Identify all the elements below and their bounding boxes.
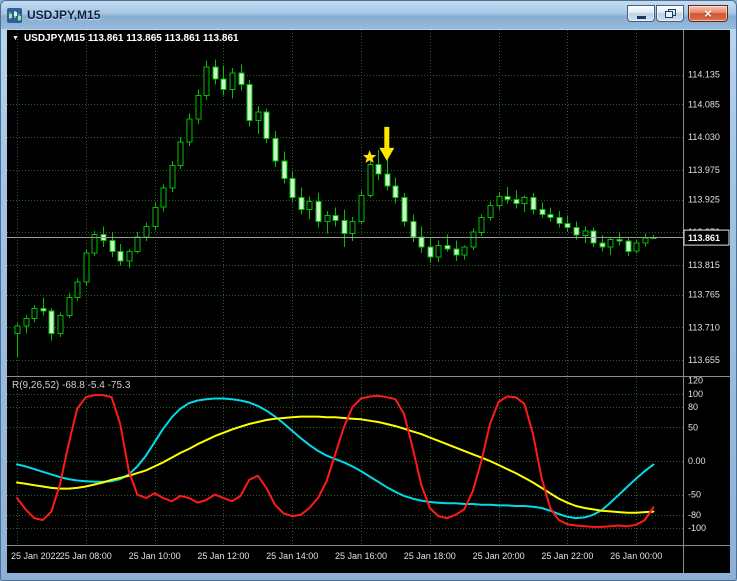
candle-body bbox=[633, 242, 640, 252]
candle-body bbox=[573, 227, 580, 236]
mt4-chart-window: USDJPY,M15 × 114.135114.085114.030113.97… bbox=[0, 0, 737, 581]
collapse-icon[interactable]: ▼ bbox=[12, 35, 19, 42]
titlebar[interactable]: USDJPY,M15 × bbox=[1, 1, 736, 29]
chart-canvas[interactable]: 114.135114.085114.030113.975113.925113.8… bbox=[7, 30, 730, 573]
arrow-down-object[interactable] bbox=[379, 126, 395, 161]
candle-body bbox=[255, 111, 262, 121]
star-object[interactable] bbox=[362, 150, 377, 163]
candle-body bbox=[332, 215, 339, 221]
candle-body bbox=[521, 197, 528, 205]
minimize-icon bbox=[636, 15, 646, 19]
mid-line bbox=[16, 415, 655, 514]
candle-body bbox=[212, 66, 219, 80]
candle-body bbox=[590, 230, 597, 244]
candle-body bbox=[504, 196, 511, 201]
candle-body bbox=[229, 72, 236, 90]
candle-body bbox=[203, 66, 210, 97]
candle-body bbox=[74, 281, 81, 299]
candle-body bbox=[272, 137, 279, 162]
candle-body bbox=[556, 216, 563, 224]
candle-body bbox=[435, 244, 442, 258]
restore-icon bbox=[664, 9, 676, 18]
candle-body bbox=[143, 225, 150, 238]
pane-divider[interactable] bbox=[7, 373, 730, 379]
candle-body bbox=[40, 307, 47, 312]
candle-body bbox=[625, 240, 632, 252]
candle-body bbox=[461, 246, 468, 256]
candle-body bbox=[341, 219, 348, 234]
candle-body bbox=[126, 250, 133, 262]
candle-body bbox=[109, 240, 116, 252]
grid bbox=[7, 30, 683, 545]
candle-body bbox=[14, 325, 21, 334]
close-icon: × bbox=[704, 5, 712, 21]
ohlc-info-text: USDJPY,M15 113.861 113.865 113.861 113.8… bbox=[23, 33, 239, 44]
candle-body bbox=[547, 213, 554, 218]
candle-body bbox=[418, 236, 425, 248]
candle-body bbox=[177, 141, 184, 167]
candle-body bbox=[152, 206, 159, 227]
candle-body bbox=[160, 187, 167, 208]
time-scale[interactable] bbox=[7, 545, 730, 573]
candle-body bbox=[31, 307, 38, 319]
candle-body bbox=[349, 221, 356, 234]
candle-body bbox=[539, 209, 546, 215]
candle-body bbox=[427, 246, 434, 258]
candle-body bbox=[478, 216, 485, 233]
candle-body bbox=[306, 200, 313, 211]
candle-body bbox=[315, 200, 322, 223]
candle-body bbox=[530, 197, 537, 211]
candle-body bbox=[401, 197, 408, 222]
candle-body bbox=[298, 197, 305, 211]
window-controls: × bbox=[627, 5, 728, 22]
candle-body bbox=[453, 248, 460, 256]
candle-body bbox=[57, 315, 64, 334]
candle-body bbox=[195, 94, 202, 120]
candle-body bbox=[582, 230, 589, 236]
candle-body bbox=[487, 205, 494, 218]
candle-body bbox=[392, 185, 399, 199]
indicator-label: R(9,26,52) -68.8 -5.4 -75.3 bbox=[12, 380, 131, 391]
candle-body bbox=[358, 194, 365, 223]
candle-body bbox=[83, 252, 90, 283]
candle-body bbox=[470, 231, 477, 248]
candle-body bbox=[564, 222, 571, 229]
candle-body bbox=[324, 215, 331, 223]
chart-client-area: 114.135114.085114.030113.975113.925113.8… bbox=[7, 30, 730, 573]
candle-body bbox=[375, 163, 382, 175]
close-button[interactable]: × bbox=[688, 5, 728, 22]
candle-body bbox=[496, 196, 503, 207]
candle-body bbox=[607, 238, 614, 248]
candle-body bbox=[169, 165, 176, 189]
candle-body bbox=[66, 297, 73, 317]
candle-body bbox=[263, 111, 270, 139]
candle-body bbox=[220, 78, 227, 90]
candle-body bbox=[599, 242, 606, 248]
candle-body bbox=[23, 318, 30, 327]
ohlc-info-line: ▼ USDJPY,M15 113.861 113.865 113.861 113… bbox=[12, 33, 239, 44]
candle-body bbox=[384, 173, 391, 187]
candle-body bbox=[117, 250, 124, 262]
price-scale[interactable] bbox=[683, 30, 730, 545]
candle-body bbox=[289, 178, 296, 199]
candle-body bbox=[48, 310, 55, 334]
candle-body bbox=[246, 84, 253, 121]
candle-body bbox=[410, 221, 417, 238]
candle-body bbox=[281, 160, 288, 180]
candle-body bbox=[134, 236, 141, 252]
candle-body bbox=[616, 238, 623, 242]
chart-icon bbox=[7, 7, 22, 23]
minimize-button[interactable] bbox=[627, 5, 655, 22]
candle-body bbox=[642, 237, 649, 244]
candle-body bbox=[186, 118, 193, 143]
candle-body bbox=[367, 163, 374, 196]
candle-body bbox=[238, 72, 245, 86]
restore-button[interactable] bbox=[656, 5, 684, 22]
candle-body bbox=[444, 244, 451, 250]
window-title: USDJPY,M15 bbox=[27, 8, 101, 22]
candle-body bbox=[513, 199, 520, 205]
